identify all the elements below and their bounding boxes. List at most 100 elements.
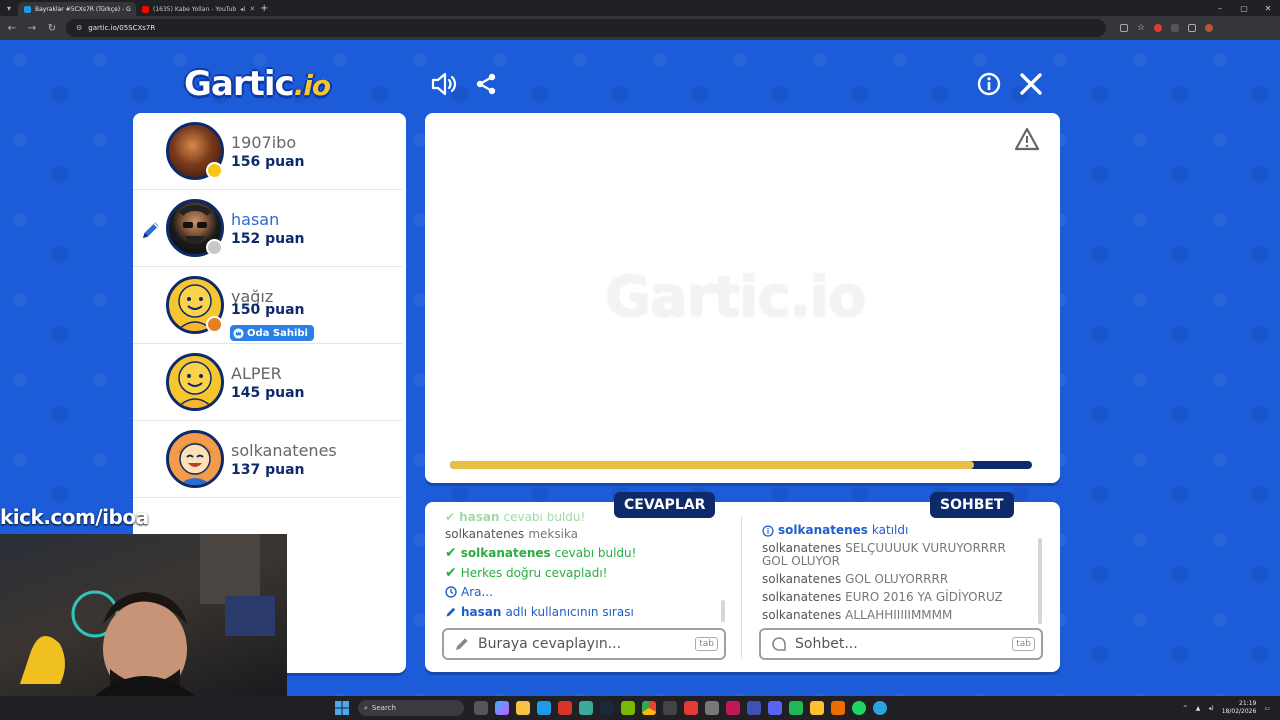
browser-toolbar: ← → ↻ ⚙ gartic.io/05SCXs7R ☆ <box>0 16 1280 40</box>
app-yellow-icon[interactable] <box>810 701 824 715</box>
list-item: ✔ solkanatenes cevabı buldu! <box>445 544 730 564</box>
check-icon: ✔ <box>445 564 457 581</box>
report-warning-icon[interactable] <box>1014 127 1040 153</box>
player-score: 152 puan <box>231 231 305 247</box>
windows-start-icon[interactable] <box>334 700 350 716</box>
share-icon[interactable] <box>472 70 500 98</box>
player-row[interactable]: yağız 150 puan Oda Sahibi <box>133 267 402 344</box>
speaker-icon[interactable]: ◂) <box>240 6 245 13</box>
list-item: ✔ hasan cevabı buldu! <box>445 512 730 524</box>
install-app-icon[interactable] <box>1120 24 1128 32</box>
chat-scrollbar[interactable] <box>1038 538 1042 624</box>
info-circle-icon <box>762 524 774 537</box>
chat-input[interactable] <box>795 636 1005 652</box>
taskbar-clock[interactable]: 21:19 18/02/2026 <box>1222 700 1257 716</box>
minimize-button[interactable]: – <box>1208 0 1232 16</box>
steam-icon[interactable] <box>600 701 614 715</box>
new-tab-button[interactable]: + <box>254 2 274 16</box>
info-icon[interactable] <box>975 70 1003 98</box>
windows-taskbar: ⌕ Search ^ ▲ ◂) 21:19 18/02/2026 ▭ <box>0 696 1280 720</box>
feed-user: hasan <box>459 512 500 524</box>
logo-suffix: .io <box>293 69 331 102</box>
player-score: 137 puan <box>231 462 305 478</box>
list-item: solkanatenes GOL OLUYORRRR <box>762 573 1034 586</box>
app-green-icon[interactable] <box>789 701 803 715</box>
tab-search-button[interactable]: ▾ <box>0 0 18 16</box>
avatar <box>166 430 224 488</box>
check-icon: ✔ <box>445 512 456 524</box>
taskbar-search[interactable]: ⌕ Search <box>358 700 464 716</box>
feed-user: solkanatenes <box>445 526 525 541</box>
close-icon[interactable] <box>1017 70 1045 98</box>
app-blue-icon[interactable] <box>747 701 761 715</box>
answer-input-box[interactable]: tab <box>442 628 726 660</box>
app-pink-icon[interactable] <box>726 701 740 715</box>
avatar <box>166 353 224 411</box>
task-view-icon[interactable] <box>474 701 488 715</box>
chat-input-box[interactable]: tab <box>759 628 1043 660</box>
drawing-canvas[interactable]: Gartic.io <box>425 113 1060 483</box>
address-bar[interactable]: ⚙ gartic.io/05SCXs7R <box>66 19 1106 37</box>
app-red2-icon[interactable] <box>684 701 698 715</box>
player-name: ALPER <box>231 364 282 383</box>
volume-icon[interactable]: ◂) <box>1208 705 1213 712</box>
clock-time: 21:19 <box>1239 700 1257 707</box>
back-arrow-icon[interactable]: ← <box>6 23 18 34</box>
app-dark-icon[interactable] <box>663 701 677 715</box>
browser-tab-gartic[interactable]: Bayraklar #5CXs7R (Türkçe) - G ✕ <box>18 2 136 16</box>
webcam-overlay <box>0 534 287 696</box>
notifications-icon[interactable]: ▭ <box>1264 705 1270 712</box>
reload-icon[interactable]: ↻ <box>46 23 58 34</box>
chat-user: solkanatenes <box>762 590 842 604</box>
copilot-icon[interactable] <box>495 701 509 715</box>
list-item: Ara... <box>445 583 730 603</box>
drawing-pencil-icon <box>139 218 163 242</box>
player-row[interactable]: ALPER 145 puan <box>133 344 402 421</box>
extension-red-icon[interactable] <box>1154 24 1162 32</box>
discord-icon[interactable] <box>768 701 782 715</box>
status-badge <box>206 316 223 333</box>
chat-text: EURO 2016 YA GİDİYORUZ <box>845 590 1003 604</box>
telegram-icon[interactable] <box>873 701 887 715</box>
maximize-button[interactable]: ▢ <box>1232 0 1256 16</box>
pencil-icon <box>456 638 468 650</box>
browser-tab-youtube[interactable]: (1635) Kabe Yolları - YouTub ◂) ✕ <box>136 2 254 16</box>
app-orange-icon[interactable] <box>831 701 845 715</box>
list-item: hasan adlı kullanıcının sırası <box>445 602 730 622</box>
app-teal-icon[interactable] <box>579 701 593 715</box>
edge-icon[interactable] <box>537 701 551 715</box>
file-explorer-icon[interactable] <box>516 701 530 715</box>
extensions-puzzle-icon[interactable] <box>1188 24 1196 32</box>
answer-input[interactable] <box>478 636 688 652</box>
chevron-up-icon[interactable]: ^ <box>1183 705 1188 712</box>
check-icon: ✔ <box>445 545 457 562</box>
app-gray-icon[interactable] <box>705 701 719 715</box>
forward-arrow-icon[interactable]: → <box>26 23 38 34</box>
round-timer-bar <box>450 461 1032 469</box>
sound-icon[interactable] <box>430 70 458 98</box>
player-row[interactable]: solkanatenes 137 puan <box>133 421 402 498</box>
app-red-icon[interactable] <box>558 701 572 715</box>
youtube-favicon-icon <box>142 5 149 13</box>
room-owner-badge: Oda Sahibi <box>230 325 314 341</box>
network-icon[interactable]: ▲ <box>1196 705 1201 712</box>
tab-title: (1635) Kabe Yolları - YouTub <box>153 5 237 13</box>
spotify-icon[interactable] <box>852 701 866 715</box>
site-info-icon[interactable]: ⚙ <box>76 24 82 32</box>
chrome-icon[interactable] <box>642 701 656 715</box>
bookmark-star-icon[interactable]: ☆ <box>1137 24 1145 33</box>
chat-text: katıldı <box>871 524 909 537</box>
chat-user: solkanatenes <box>778 524 868 537</box>
logo-text: Gartic <box>184 64 295 104</box>
player-row[interactable]: hasan 152 puan <box>133 190 402 267</box>
answers-scrollbar[interactable] <box>721 600 725 622</box>
feed-text: cevabı buldu! <box>554 546 637 561</box>
search-icon: ⌕ <box>364 703 368 712</box>
panel-divider <box>741 516 742 658</box>
player-row[interactable]: 1907ibo 156 puan <box>133 113 402 190</box>
close-window-button[interactable]: ✕ <box>1256 0 1280 16</box>
extension-dark-icon[interactable] <box>1171 24 1179 32</box>
profile-avatar-icon[interactable] <box>1205 24 1213 32</box>
nvidia-icon[interactable] <box>621 701 635 715</box>
chat-text: GOL OLUYORRRR <box>845 572 949 586</box>
